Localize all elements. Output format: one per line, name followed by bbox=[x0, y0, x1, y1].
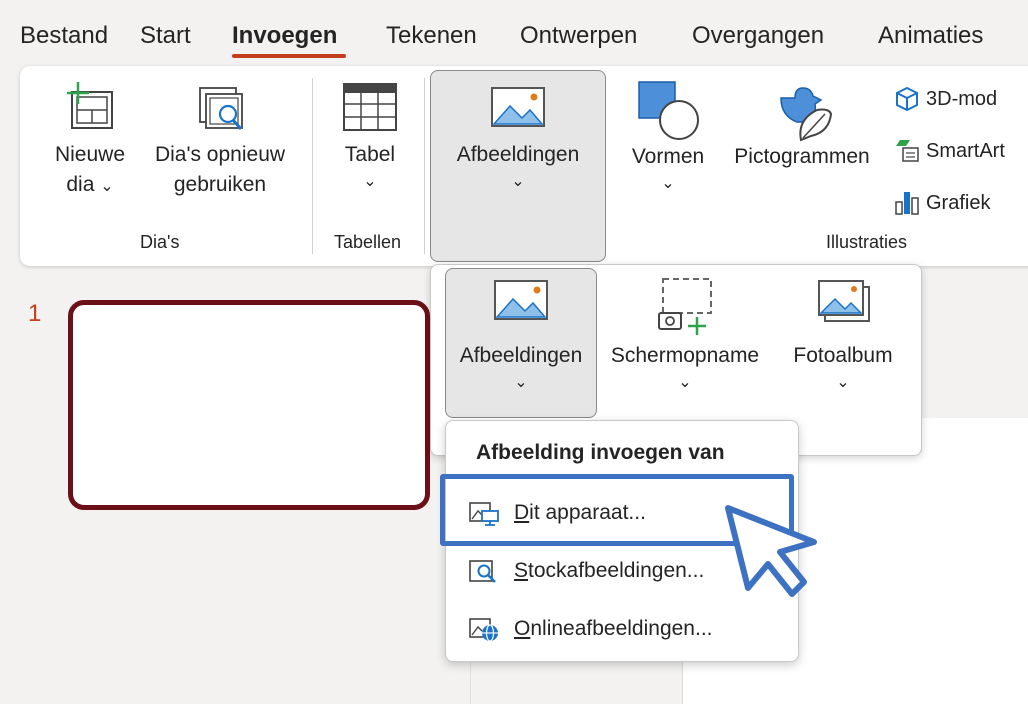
table-label: Tabel bbox=[344, 143, 396, 166]
pictures-label: Afbeeldingen bbox=[456, 143, 580, 166]
screenshot-icon bbox=[658, 278, 712, 335]
group-label-slides: Dia's bbox=[140, 232, 180, 252]
reuse-slides-button[interactable]: Dia's opnieuw gebruiken bbox=[140, 80, 300, 200]
new-slide-icon bbox=[67, 82, 113, 129]
slide-number: 1 bbox=[28, 300, 42, 327]
menu-header: Afbeelding invoegen van bbox=[476, 441, 725, 464]
shapes-label: Vormen bbox=[631, 145, 705, 168]
smartart-icon bbox=[896, 140, 919, 162]
photo-album-button[interactable]: Fotoalbum ⌄ bbox=[771, 277, 915, 395]
icons-button[interactable]: Pictogrammen bbox=[722, 80, 882, 172]
new-slide-label-2: dia ⌄ bbox=[66, 173, 114, 196]
chevron-down-icon: ⌄ bbox=[100, 178, 114, 195]
new-slide-button[interactable]: Nieuwe dia ⌄ bbox=[44, 80, 136, 202]
icons-icon bbox=[780, 87, 833, 142]
group-label-illustrations: Illustraties bbox=[826, 232, 908, 252]
tab-overgangen[interactable]: Overgangen bbox=[692, 22, 824, 50]
slide-thumbnail[interactable] bbox=[68, 300, 430, 510]
chart-label: Grafiek bbox=[926, 191, 991, 214]
chevron-down-icon: ⌄ bbox=[514, 374, 528, 391]
ribbon-tabs: Bestand Start Invoegen Tekenen Ontwerpen… bbox=[0, 0, 1028, 62]
smartart-button[interactable]: SmartArt bbox=[894, 138, 1005, 164]
reuse-slides-label-1: Dia's opnieuw bbox=[154, 143, 286, 166]
shapes-icon bbox=[638, 81, 699, 140]
reuse-slides-label-2: gebruiken bbox=[173, 173, 267, 196]
screenshot-button[interactable]: Schermopname ⌄ bbox=[603, 277, 767, 395]
reuse-slides-icon bbox=[199, 87, 243, 130]
screenshot-label: Schermopname bbox=[610, 344, 760, 367]
chevron-down-icon: ⌄ bbox=[511, 173, 525, 190]
online-images-icon bbox=[469, 618, 498, 642]
tab-invoegen[interactable]: Invoegen bbox=[232, 22, 337, 50]
picture-icon bbox=[491, 87, 545, 127]
menu-item-label: Onlineafbeeldingen... bbox=[514, 617, 713, 640]
shapes-button[interactable]: Vormen ⌄ bbox=[620, 80, 716, 196]
chevron-down-icon: ⌄ bbox=[363, 173, 377, 190]
menu-item-label: Stockafbeeldingen... bbox=[514, 559, 705, 582]
tab-ontwerpen[interactable]: Ontwerpen bbox=[520, 22, 637, 50]
cube-icon bbox=[896, 86, 918, 112]
ribbon-separator bbox=[424, 78, 425, 254]
tab-tekenen[interactable]: Tekenen bbox=[386, 22, 477, 50]
table-icon bbox=[343, 83, 397, 131]
sub-pictures-button[interactable]: Afbeeldingen ⌄ bbox=[445, 277, 597, 395]
table-button[interactable]: Tabel ⌄ bbox=[328, 80, 412, 194]
ribbon-separator bbox=[312, 78, 313, 254]
3d-models-label: 3D-mod bbox=[926, 87, 998, 110]
stock-images-icon bbox=[469, 560, 496, 583]
ribbon-panel: Nieuwe dia ⌄ Dia's opnieuw gebruiken Dia… bbox=[20, 66, 1028, 266]
3d-models-button[interactable]: 3D-mod bbox=[894, 86, 997, 112]
pictures-button[interactable]: Afbeeldingen ⌄ bbox=[430, 80, 606, 194]
tab-bestand[interactable]: Bestand bbox=[20, 22, 108, 50]
icons-label: Pictogrammen bbox=[734, 145, 870, 168]
chart-button[interactable]: Grafiek bbox=[894, 190, 990, 216]
tab-animaties[interactable]: Animaties bbox=[878, 22, 983, 50]
new-slide-label-1: Nieuwe bbox=[54, 143, 126, 166]
active-tab-indicator bbox=[232, 54, 346, 58]
menu-item-stock-images[interactable]: Stockafbeeldingen... bbox=[468, 557, 704, 585]
picture-icon bbox=[494, 280, 548, 320]
photo-album-label: Fotoalbum bbox=[793, 344, 893, 367]
smartart-label: SmartArt bbox=[926, 139, 1005, 162]
tab-start[interactable]: Start bbox=[140, 22, 191, 50]
chevron-down-icon: ⌄ bbox=[836, 374, 850, 391]
sub-pictures-label: Afbeeldingen bbox=[459, 344, 583, 367]
chart-icon bbox=[895, 192, 919, 215]
menu-item-online-images[interactable]: Onlineafbeeldingen... bbox=[468, 615, 713, 643]
chevron-down-icon: ⌄ bbox=[678, 374, 692, 391]
chevron-down-icon: ⌄ bbox=[661, 175, 675, 192]
group-label-tables: Tabellen bbox=[334, 232, 402, 252]
mouse-cursor-icon bbox=[725, 505, 817, 597]
photo-album-icon bbox=[818, 280, 870, 322]
